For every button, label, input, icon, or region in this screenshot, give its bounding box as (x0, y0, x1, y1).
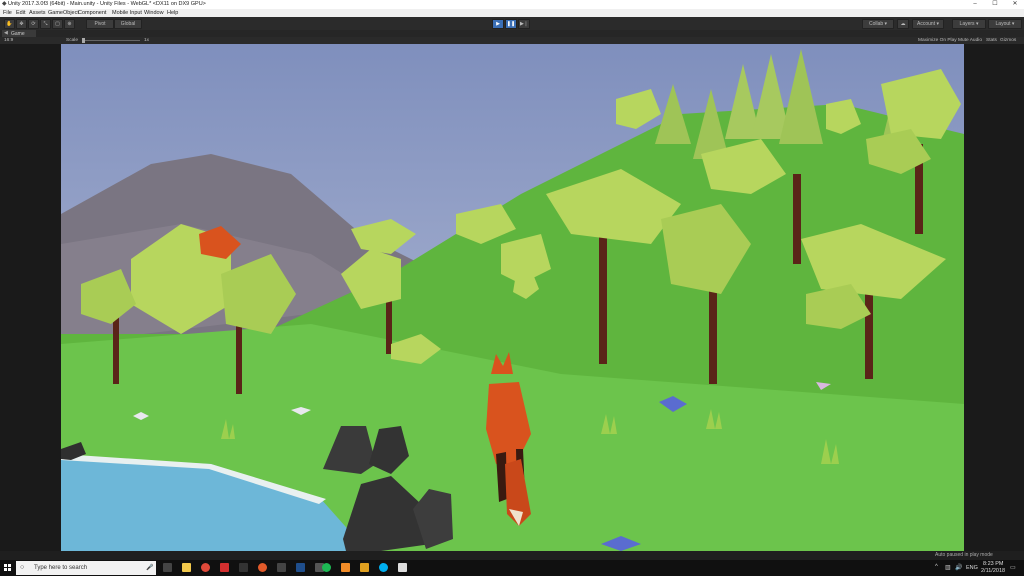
photoshop-icon[interactable] (296, 563, 305, 572)
app-icon-red[interactable] (220, 563, 229, 572)
clock-time[interactable]: 8:23 PM (983, 561, 1003, 567)
rect-tool-icon[interactable]: ▢ (52, 19, 63, 29)
unity-logo-icon: ◆ (2, 1, 7, 7)
app-icon-gray[interactable] (277, 563, 286, 572)
game-viewport[interactable] (61, 44, 964, 551)
language-indicator[interactable]: ENG (966, 565, 978, 571)
mute-audio-toggle[interactable]: Mute Audio (958, 38, 982, 43)
menu-file[interactable]: File (3, 10, 12, 16)
hand-tool-icon[interactable]: ✋ (4, 19, 15, 29)
search-placeholder: Type here to search (34, 565, 88, 571)
search-icon: ○ (20, 564, 25, 571)
tab-game-label: Game (11, 30, 25, 37)
step-button[interactable]: ▶❘ (518, 19, 530, 29)
vivaldi-icon[interactable] (258, 563, 267, 572)
windows-taskbar: ○ Type here to search 🎤 ^ ▥ 🔊 ENG 8:23 P… (0, 560, 1024, 576)
microphone-icon[interactable]: 🎤 (146, 561, 153, 575)
play-button[interactable]: ▶ (492, 19, 504, 29)
layout-dropdown[interactable]: Layout ▾ (988, 19, 1022, 29)
tree-trunk (113, 314, 119, 384)
transform-tool-icon[interactable]: ⊕ (64, 19, 75, 29)
taskbar-search-box[interactable]: ○ Type here to search 🎤 (16, 561, 156, 575)
minimize-button[interactable]: – (968, 0, 982, 9)
tree-trunk (599, 234, 607, 364)
editor-tab-bar: ◀ Game (0, 30, 1024, 37)
rotate-tool-icon[interactable]: ⟳ (28, 19, 39, 29)
stats-toggle[interactable]: Stats (986, 38, 997, 43)
menu-assets[interactable]: Assets (29, 10, 46, 16)
display-aspect-dropdown[interactable]: 16:9 (4, 38, 13, 43)
menu-help[interactable]: Help (167, 10, 178, 16)
scale-tool-icon[interactable]: ⤡ (40, 19, 51, 29)
task-view-icon[interactable] (163, 563, 172, 572)
game-tab-icon: ◀ (4, 30, 8, 36)
skype-icon[interactable] (379, 563, 388, 572)
tab-game[interactable]: ◀ Game (2, 30, 36, 37)
maximize-on-play-toggle[interactable]: Maximize On Play (918, 38, 957, 43)
move-tool-icon[interactable]: ✥ (16, 19, 27, 29)
cloud-icon[interactable]: ☁ (897, 19, 909, 29)
menu-component[interactable]: Component (78, 10, 106, 16)
scale-label: Scale (66, 37, 78, 43)
layers-dropdown[interactable]: Layers ▾ (952, 19, 986, 29)
network-icon[interactable]: ▥ (945, 564, 951, 571)
spotify-icon[interactable] (322, 563, 331, 572)
menu-bar: File Edit Assets GameObject Component Mo… (0, 9, 1024, 17)
close-button[interactable]: ✕ (1008, 0, 1022, 9)
status-message: Auto paused in play mode (935, 552, 993, 558)
menu-mobile-input[interactable]: Mobile Input (112, 10, 142, 16)
maximize-button[interactable]: ☐ (988, 0, 1002, 9)
pivot-toggle[interactable]: Pivot (86, 19, 114, 29)
unity-taskbar-icon[interactable] (398, 563, 407, 572)
app-icon-yellow[interactable] (360, 563, 369, 572)
tray-up-arrow-icon[interactable]: ^ (935, 564, 938, 570)
blender-icon[interactable] (341, 563, 350, 572)
scale-slider-handle[interactable] (82, 38, 85, 43)
main-toolbar: ✋ ✥ ⟳ ⤡ ▢ ⊕ Pivot Global ▶ ❚❚ ▶❘ Collab … (0, 17, 1024, 31)
scale-slider[interactable] (82, 40, 140, 41)
collab-dropdown[interactable]: Collab ▾ (862, 19, 894, 29)
app-icon-dark[interactable] (239, 563, 248, 572)
global-toggle[interactable]: Global (114, 19, 142, 29)
windows-start-icon[interactable] (4, 564, 12, 572)
scale-value: 1x (144, 37, 150, 43)
tree-trunk (865, 284, 873, 379)
window-title-bar: ◆ Unity 2017.3.0f3 (64bit) - Main.unity … (0, 0, 1024, 9)
gizmos-dropdown[interactable]: Gizmos (1000, 38, 1016, 43)
pause-button[interactable]: ❚❚ (505, 19, 517, 29)
notifications-icon[interactable]: ▭ (1010, 564, 1016, 571)
window-title: Unity 2017.3.0f3 (64bit) - Main.unity - … (8, 1, 206, 7)
menu-window[interactable]: Window (144, 10, 164, 16)
tree-trunk (793, 174, 801, 264)
menu-gameobject[interactable]: GameObject (48, 10, 79, 16)
volume-icon[interactable]: 🔊 (955, 564, 962, 571)
account-dropdown[interactable]: Account ▾ (912, 19, 944, 29)
file-explorer-icon[interactable] (182, 563, 191, 572)
game-view-toolbar: 16:9 Scale 1x Maximize On Play Mute Audi… (0, 37, 1024, 44)
chrome-icon[interactable] (201, 563, 210, 572)
clock-date[interactable]: 2/11/2018 (981, 568, 1005, 574)
menu-edit[interactable]: Edit (16, 10, 25, 16)
game-scene-render (61, 44, 964, 551)
editor-status-bar: Auto paused in play mode (0, 551, 1024, 560)
